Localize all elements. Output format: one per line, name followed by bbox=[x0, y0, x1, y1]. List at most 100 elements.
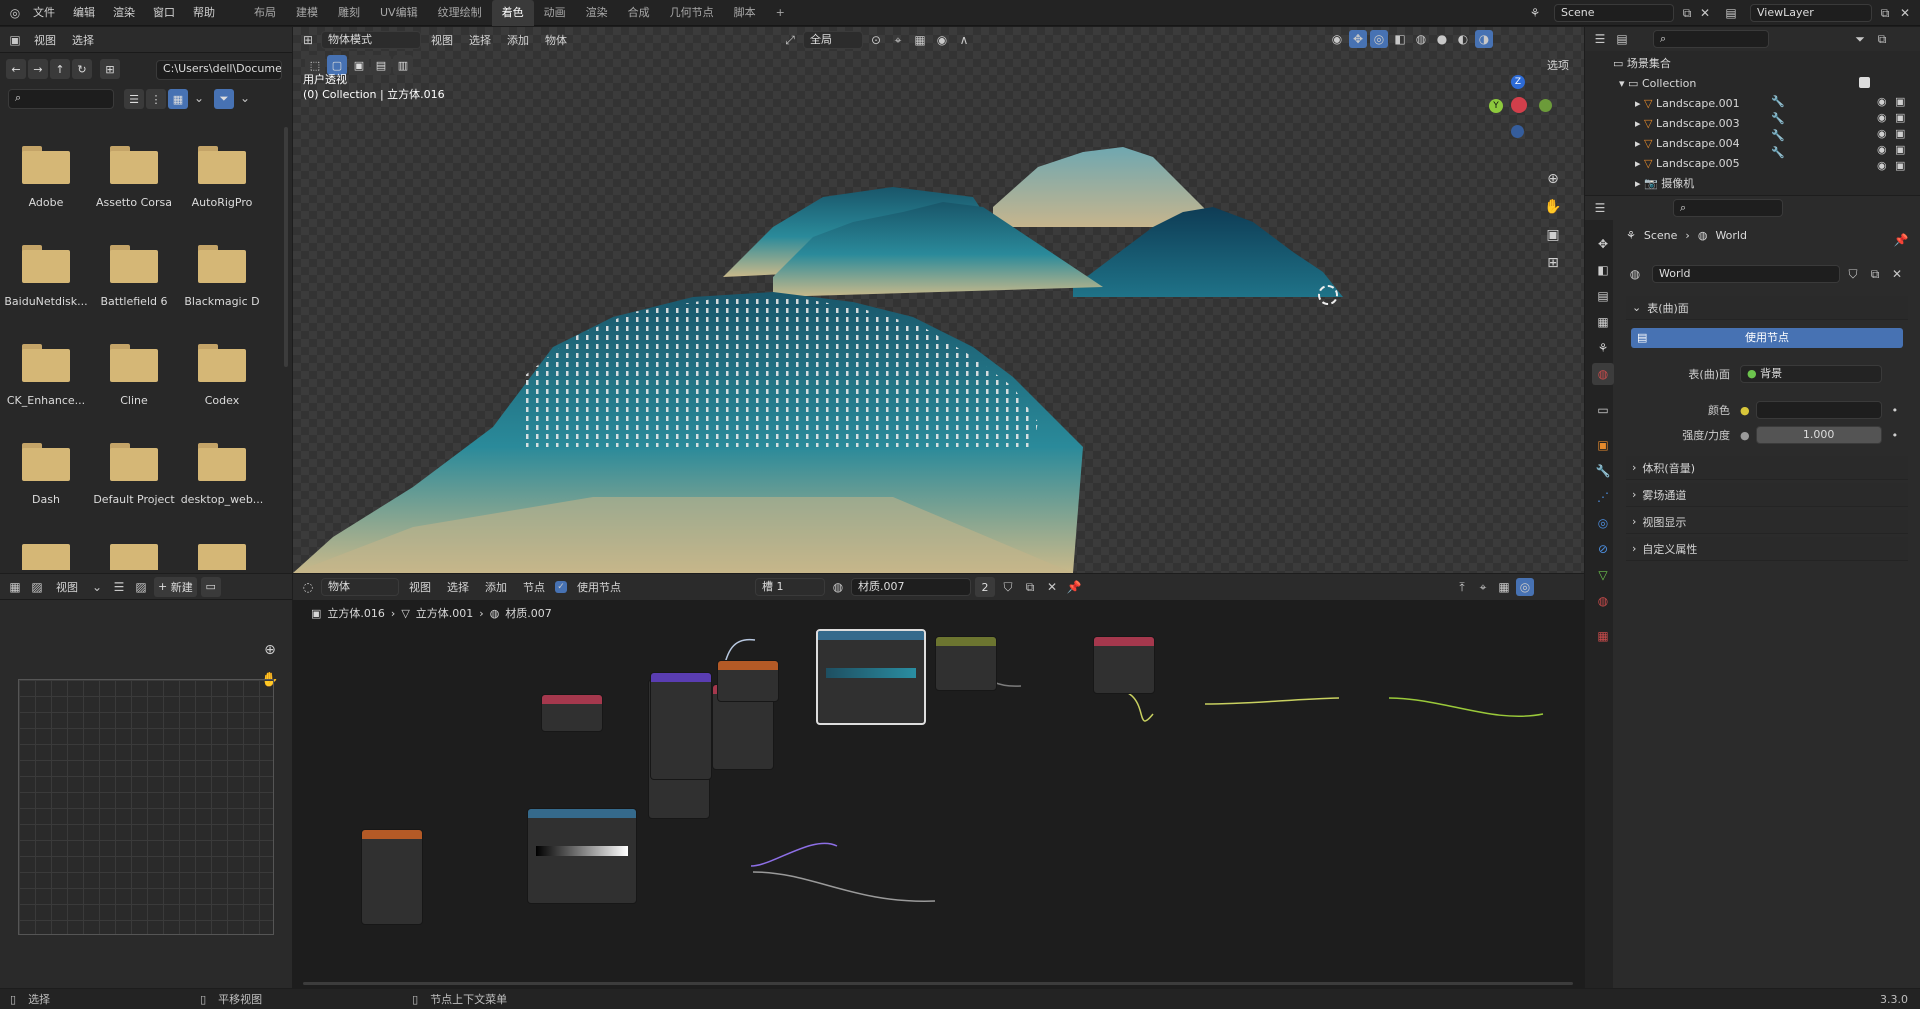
mode-subtract-icon[interactable]: ▤ bbox=[371, 55, 391, 75]
texture-tab-icon[interactable]: ▦ bbox=[1592, 625, 1614, 647]
view-layer-icon[interactable]: ▤ bbox=[1722, 4, 1740, 22]
keyframe-dot-icon[interactable]: • bbox=[1892, 429, 1899, 442]
file-scrollbar[interactable] bbox=[284, 127, 288, 367]
folder-item[interactable]: Battlefield 6 bbox=[91, 245, 177, 308]
snap-icon[interactable]: ⌖ bbox=[889, 31, 907, 49]
list-horizontal-icon[interactable]: ⋮ bbox=[146, 89, 166, 109]
gizmo-x-axis[interactable] bbox=[1511, 97, 1527, 113]
viewport-menu-select[interactable]: 选择 bbox=[463, 32, 497, 48]
uv-grid[interactable] bbox=[18, 679, 274, 935]
texture-coordinate-node[interactable] bbox=[541, 694, 603, 732]
chevron-down-icon[interactable]: ⌄ bbox=[88, 578, 106, 596]
add-workspace-button[interactable]: + bbox=[766, 0, 795, 26]
list-vertical-icon[interactable]: ☰ bbox=[124, 89, 144, 109]
editor-type-icon[interactable]: ☰ bbox=[1591, 30, 1609, 48]
navigation-gizmo[interactable]: Z Y bbox=[1489, 75, 1569, 155]
tab-sculpting[interactable]: 雕刻 bbox=[328, 0, 370, 26]
wrench-icon[interactable]: 🔧 bbox=[1771, 146, 1785, 159]
data-tab-icon[interactable]: ▽ bbox=[1592, 564, 1614, 586]
custom-properties-panel-header[interactable]: › 自定义属性 bbox=[1626, 537, 1908, 561]
wrench-icon[interactable]: 🔧 bbox=[1771, 129, 1785, 142]
mode-selector[interactable]: 物体模式 bbox=[321, 31, 421, 49]
blender-logo-icon[interactable]: ◎ bbox=[6, 4, 24, 22]
filter-dropdown-icon[interactable]: ⌄ bbox=[236, 89, 254, 107]
viewport-3d[interactable]: ⊞ 物体模式 视图 选择 添加 物体 ⤢ 全局 ⊙ ⌖ ▦ ◉ ∧ ◉ ✥ ◎ … bbox=[293, 27, 1584, 573]
pin-icon[interactable]: 📌 bbox=[1892, 231, 1910, 249]
refresh-icon[interactable]: ↻ bbox=[72, 59, 92, 79]
noise-node[interactable] bbox=[717, 660, 779, 702]
file-search-input[interactable]: ⌕ bbox=[8, 89, 114, 109]
material-tab-icon[interactable]: ◍ bbox=[1592, 590, 1614, 612]
render-tab-icon[interactable]: ◧ bbox=[1592, 259, 1614, 281]
camera-render-icon[interactable]: ▣ bbox=[1895, 111, 1905, 124]
visibility-icon[interactable]: ◉ bbox=[1328, 30, 1346, 48]
folder-item[interactable]: Cline bbox=[91, 344, 177, 407]
image-mode-icon[interactable]: ▨ bbox=[28, 578, 46, 596]
surface-shader-field[interactable]: ● 背景 bbox=[1740, 365, 1882, 383]
folder-item[interactable]: BaiduNetdisk... bbox=[3, 245, 89, 308]
filter-icon[interactable]: ⏷ bbox=[1851, 30, 1869, 48]
tool-tab-icon[interactable]: ✥ bbox=[1592, 233, 1614, 255]
folder-item[interactable]: Dash bbox=[3, 443, 89, 506]
tab-layout[interactable]: 布局 bbox=[244, 0, 286, 26]
new-scene-icon[interactable]: ⧉ bbox=[1678, 4, 1696, 22]
node-horizontal-scrollbar[interactable] bbox=[303, 982, 1573, 985]
wrench-icon[interactable]: 🔧 bbox=[1771, 95, 1785, 108]
surface-panel-header[interactable]: ⌄ 表(曲)面 bbox=[1626, 296, 1908, 320]
tab-scripting[interactable]: 脚本 bbox=[724, 0, 766, 26]
gizmo-z-axis[interactable]: Z bbox=[1511, 75, 1525, 89]
constraints-tab-icon[interactable]: ⊘ bbox=[1592, 538, 1614, 560]
mode-extend-icon[interactable]: ▣ bbox=[349, 55, 369, 75]
pivot-icon[interactable]: ⊙ bbox=[867, 31, 885, 49]
pan-hand-icon[interactable]: ✋ bbox=[1539, 193, 1567, 221]
hamburger-icon[interactable]: ☰ bbox=[110, 578, 128, 596]
folder-item[interactable]: Assetto Corsa bbox=[91, 146, 177, 209]
particles-tab-icon[interactable]: ⋰ bbox=[1592, 486, 1614, 508]
camera-view-icon[interactable]: ▣ bbox=[1539, 221, 1567, 249]
camera-render-icon[interactable]: ▣ bbox=[1895, 127, 1905, 140]
folder-item[interactable]: desktop_web... bbox=[179, 443, 265, 506]
filter-icon[interactable]: ⏷ bbox=[214, 89, 234, 109]
eye-icon[interactable]: ◉ bbox=[1877, 143, 1887, 156]
color-ramp-node-top[interactable] bbox=[816, 629, 926, 725]
expand-arrow-icon[interactable]: ▾ bbox=[1619, 77, 1625, 90]
outliner-item-landscape-004[interactable]: ▸ ▽ Landscape.004 bbox=[1585, 133, 1920, 153]
tab-rendering[interactable]: 渲染 bbox=[576, 0, 618, 26]
editor-type-icon[interactable]: ▦ bbox=[6, 578, 24, 596]
tab-texture-paint[interactable]: 纹理绘制 bbox=[428, 0, 492, 26]
color-ramp-node-bottom[interactable] bbox=[527, 808, 637, 904]
new-collection-icon[interactable]: ⧉ bbox=[1873, 30, 1891, 48]
tab-shading[interactable]: 着色 bbox=[491, 0, 534, 26]
viewport-menu-object[interactable]: 物体 bbox=[539, 32, 573, 48]
object-tab-icon[interactable]: ▣ bbox=[1592, 434, 1614, 456]
folder-item[interactable]: Adobe bbox=[3, 146, 89, 209]
keyframe-dot-icon[interactable]: • bbox=[1892, 404, 1899, 417]
file-menu-view[interactable]: 视图 bbox=[28, 32, 62, 48]
chevron-down-icon[interactable]: ⌄ bbox=[190, 89, 208, 107]
output-tab-icon[interactable]: ▤ bbox=[1592, 285, 1614, 307]
gizmo-neg-z[interactable] bbox=[1511, 125, 1524, 138]
outliner-item-landscape-001[interactable]: ▸ ▽ Landscape.001 bbox=[1585, 93, 1920, 113]
duplicate-world-icon[interactable]: ⧉ bbox=[1866, 265, 1884, 283]
perspective-toggle-icon[interactable]: ⊞ bbox=[1539, 249, 1567, 277]
new-view-layer-icon[interactable]: ⧉ bbox=[1876, 4, 1894, 22]
editor-type-icon[interactable]: ▣ bbox=[6, 31, 24, 49]
outliner-item-camera[interactable]: ▸ 📷 摄像机 bbox=[1585, 173, 1920, 193]
snap-target-icon[interactable]: ▦ bbox=[911, 31, 929, 49]
fake-user-icon[interactable]: ⛉ bbox=[1844, 265, 1862, 283]
view-layer-tab-icon[interactable]: ▦ bbox=[1592, 311, 1614, 333]
shading-solid-icon[interactable]: ● bbox=[1433, 30, 1451, 48]
viewport-menu-add[interactable]: 添加 bbox=[501, 32, 535, 48]
scene-icon[interactable]: ⚘ bbox=[1526, 4, 1544, 22]
outliner-item-landscape-003[interactable]: ▸ ▽ Landscape.003 bbox=[1585, 113, 1920, 133]
tab-uv-editing[interactable]: UV编辑 bbox=[370, 0, 428, 26]
camera-render-icon[interactable]: ▣ bbox=[1895, 143, 1905, 156]
folder-item[interactable]: CK_Enhance... bbox=[3, 344, 89, 407]
menu-edit[interactable]: 编辑 bbox=[64, 0, 104, 26]
falloff-icon[interactable]: ∧ bbox=[955, 31, 973, 49]
world-icon[interactable]: ◍ bbox=[1626, 265, 1644, 283]
transform-orientation-icon[interactable]: ⤢ bbox=[781, 31, 799, 49]
camera-render-icon[interactable]: ▣ bbox=[1895, 95, 1905, 108]
new-image-button[interactable]: + 新建 bbox=[154, 576, 197, 597]
wrench-icon[interactable]: 🔧 bbox=[1771, 112, 1785, 125]
